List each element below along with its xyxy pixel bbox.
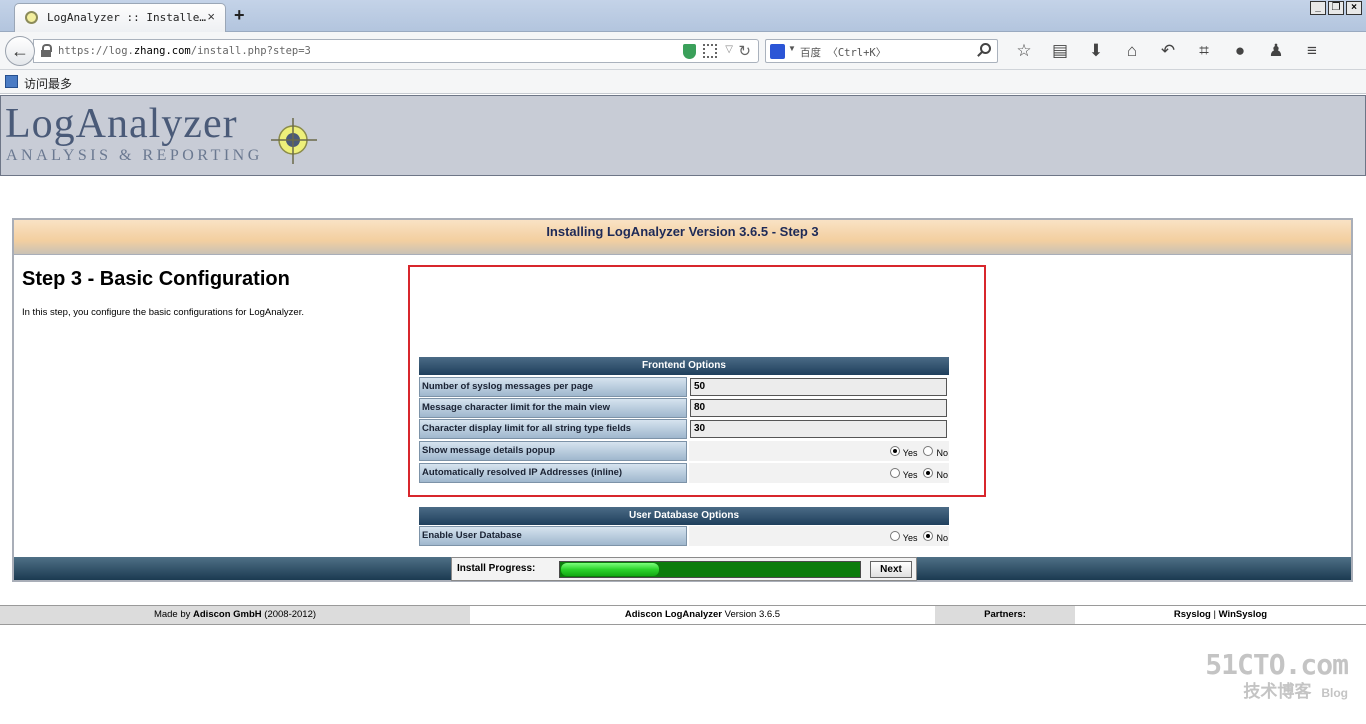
menu-icon[interactable]: ≡: [1294, 40, 1330, 62]
made-by-prefix: Made by: [153, 609, 194, 620]
user-db-no-radio[interactable]: [923, 531, 934, 541]
bookmarks-bar: 访问最多: [0, 70, 1366, 94]
no-label: No: [936, 533, 948, 543]
qr-code-icon[interactable]: [703, 44, 717, 58]
user-icon[interactable]: ♟: [1258, 40, 1294, 62]
product-version: Version 3.6.5: [722, 609, 781, 620]
user-db-radios: Yes No: [689, 526, 949, 546]
yes-label: Yes: [902, 533, 918, 543]
bookmark-folder-icon[interactable]: [5, 75, 18, 88]
footer-product: Adiscon LogAnalyzer Version 3.6.5: [470, 606, 935, 624]
install-header: Installing LogAnalyzer Version 3.6.5 - S…: [14, 220, 1351, 255]
product-link[interactable]: Adiscon LogAnalyzer: [625, 609, 722, 620]
progress-fill: [561, 563, 659, 576]
footer-partners: Rsyslog | WinSyslog: [1075, 606, 1366, 624]
user-db-yes-radio[interactable]: [889, 531, 900, 541]
url-prefix: https://log.: [58, 45, 134, 57]
download-icon[interactable]: ⬇: [1078, 40, 1114, 62]
back-button[interactable]: ←: [5, 36, 35, 66]
page-header: LogAnalyzer ANALYSIS & REPORTING: [0, 95, 1366, 176]
footer-made-by: Made by Adiscon GmbH (2008-2012): [0, 606, 470, 624]
user-database-options-header: User Database Options: [419, 507, 949, 525]
url-path: /install.php?step=3: [190, 45, 311, 57]
bookmark-most-visited[interactable]: 访问最多: [24, 75, 72, 92]
option-label: Enable User Database: [419, 526, 687, 546]
toolbar-icons: ☆ ▤ ⬇ ⌂ ↶ ⌗ ● ♟ ≡: [1006, 40, 1330, 62]
undo-icon[interactable]: ↶: [1150, 40, 1186, 62]
made-by-company-link[interactable]: Adiscon GmbH: [193, 609, 262, 620]
url-bar[interactable]: https://log.zhang.com/install.php?step=3…: [33, 39, 759, 63]
search-engine-dropdown-icon[interactable]: ▼: [788, 44, 796, 53]
browser-tab[interactable]: LogAnalyzer :: Installe… ×: [14, 3, 226, 32]
window-controls: _ ❐ ×: [1310, 1, 1362, 15]
install-progress: Install Progress: Next: [451, 557, 917, 581]
url-text[interactable]: https://log.zhang.com/install.php?step=3: [58, 45, 311, 57]
url-dropdown-icon[interactable]: ▽: [725, 44, 733, 55]
logo-title: LogAnalyzer: [5, 101, 238, 147]
baidu-paw-icon[interactable]: [770, 44, 785, 59]
partner-rsyslog-link[interactable]: Rsyslog: [1174, 609, 1211, 620]
partner-separator: |: [1210, 609, 1219, 620]
crop-icon[interactable]: ⌗: [1186, 40, 1222, 62]
partner-winsyslog-link[interactable]: WinSyslog: [1219, 609, 1267, 620]
star-icon[interactable]: ☆: [1006, 40, 1042, 62]
chat-icon[interactable]: ●: [1222, 40, 1258, 62]
progress-row: Install Progress: Next: [14, 557, 1351, 581]
minimize-button[interactable]: _: [1310, 1, 1326, 15]
page-footer: Made by Adiscon GmbH (2008-2012) Adiscon…: [0, 605, 1366, 625]
shield-icon[interactable]: [683, 44, 696, 59]
watermark-cn: 技术博客: [1243, 682, 1312, 701]
url-host: zhang.com: [133, 45, 191, 57]
lock-icon[interactable]: [41, 44, 52, 57]
install-header-text: Installing LogAnalyzer Version 3.6.5 - S…: [546, 224, 819, 239]
new-tab-button[interactable]: +: [234, 5, 245, 26]
partners-label: Partners:: [984, 609, 1026, 620]
made-by-years: (2008-2012): [261, 609, 317, 620]
watermark: 51CTO.com 技术博客 Blog: [1205, 648, 1349, 702]
watermark-blog: Blog: [1321, 686, 1348, 700]
loganalyzer-favicon-icon: [25, 11, 38, 24]
browser-navbar: https://log.zhang.com/install.php?step=3…: [0, 32, 1366, 70]
next-button[interactable]: Next: [870, 561, 912, 578]
progress-bar: [559, 561, 861, 578]
option-row-enable-user-db: Enable User Database Yes No: [419, 526, 949, 546]
home-icon[interactable]: ⌂: [1114, 40, 1150, 62]
tab-title: LogAnalyzer :: Installe…: [47, 11, 206, 24]
close-window-button[interactable]: ×: [1346, 1, 1362, 15]
search-placeholder: 百度 〈Ctrl+K〉: [800, 47, 887, 59]
tab-close-icon[interactable]: ×: [207, 9, 215, 24]
page-title: Step 3 - Basic Configuration: [22, 268, 290, 290]
restore-button[interactable]: ❐: [1328, 1, 1344, 15]
reading-list-icon[interactable]: ▤: [1042, 40, 1078, 62]
crosshair-logo-icon: [271, 118, 317, 164]
logo-subtitle: ANALYSIS & REPORTING: [6, 147, 263, 164]
search-icon[interactable]: [980, 43, 991, 54]
back-arrow-icon: ←: [11, 41, 29, 61]
browser-titlebar: LogAnalyzer :: Installe… × + _ ❐ ×: [0, 0, 1366, 32]
reload-icon[interactable]: ↻: [738, 42, 751, 60]
highlight-annotation: [408, 265, 986, 497]
progress-label: Install Progress:: [457, 563, 536, 574]
step-description: In this step, you configure the basic co…: [22, 307, 304, 318]
search-bar[interactable]: ▼ 百度 〈Ctrl+K〉: [765, 39, 998, 63]
footer-partners-label: Partners:: [935, 606, 1075, 624]
